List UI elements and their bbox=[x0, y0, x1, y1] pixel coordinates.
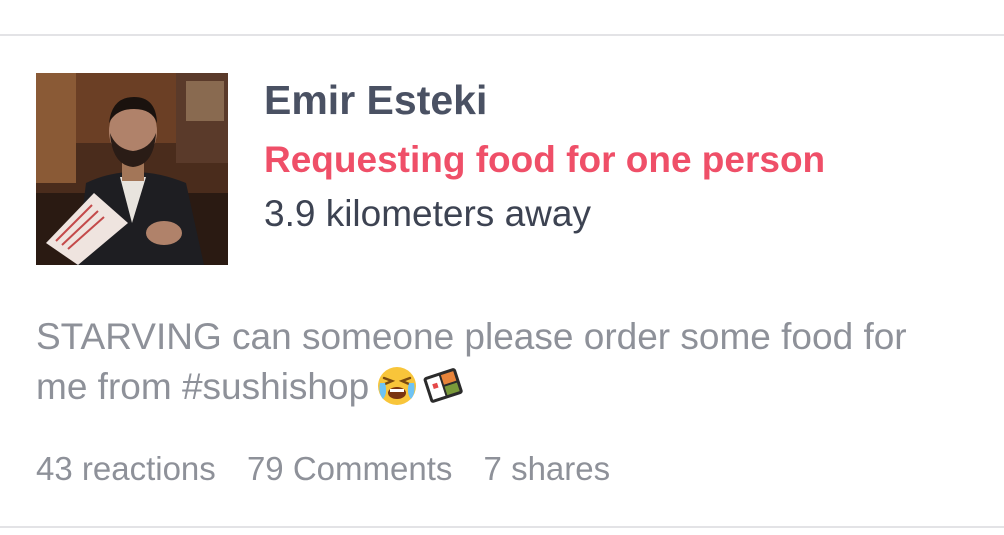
shares-count[interactable]: 7 shares bbox=[484, 452, 611, 485]
reactions-count[interactable]: 43 reactions bbox=[36, 452, 216, 485]
user-name[interactable]: Emir Esteki bbox=[264, 80, 487, 121]
bottom-divider bbox=[0, 526, 1004, 528]
post-stats: 43 reactions 79 Comments 7 shares bbox=[36, 452, 632, 485]
post-body-line: me from #sushishop bbox=[36, 366, 370, 407]
post-body: STARVING can someone please order some f… bbox=[36, 312, 1004, 412]
avatar-photo bbox=[36, 73, 228, 265]
distance-label: 3.9 kilometers away bbox=[264, 193, 591, 234]
bento-box-emoji-icon bbox=[421, 363, 465, 407]
crying-face-emoji-icon bbox=[375, 363, 419, 407]
post-body-line: STARVING can someone please order some f… bbox=[36, 316, 907, 357]
comments-count[interactable]: 79 Comments bbox=[247, 452, 452, 485]
request-label: Requesting food for one person bbox=[264, 139, 826, 180]
avatar[interactable] bbox=[36, 73, 228, 265]
post-body-line-with-emoji: me from #sushishop bbox=[36, 362, 1004, 412]
food-request-post: Emir Esteki Requesting food for one pers… bbox=[0, 36, 1004, 526]
